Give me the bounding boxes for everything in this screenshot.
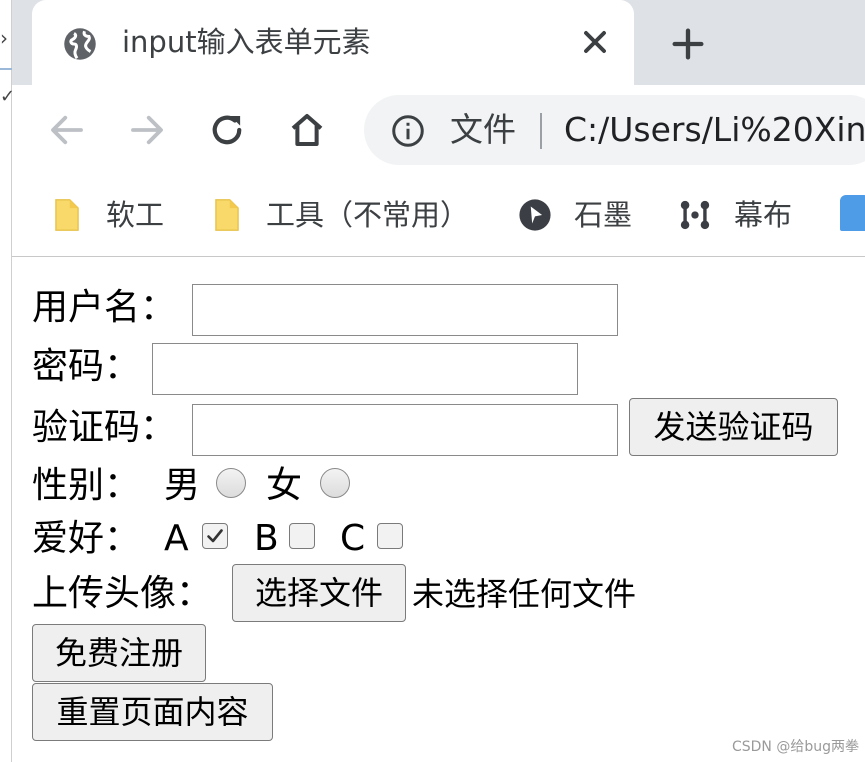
captcha-label: 验证码： xyxy=(32,407,177,448)
hobby-a-checkbox[interactable] xyxy=(202,523,228,549)
plus-icon[interactable] xyxy=(668,24,708,64)
home-icon[interactable] xyxy=(286,109,328,151)
reset-button[interactable]: 重置页面内容 xyxy=(32,683,273,741)
send-code-button[interactable]: 发送验证码 xyxy=(629,398,838,456)
gender-female-radio[interactable] xyxy=(320,468,350,498)
hobby-option-a-label: A xyxy=(164,518,189,559)
hobby-c-checkbox[interactable] xyxy=(377,523,403,549)
check-icon xyxy=(207,529,223,543)
register-button[interactable]: 免费注册 xyxy=(32,624,206,682)
no-file-text: 未选择任何文件 xyxy=(412,575,637,613)
tab-title: input输入表单元素 xyxy=(122,25,371,59)
address-separator xyxy=(540,113,542,149)
hobby-label: 爱好： xyxy=(32,518,141,559)
bookmark-ruangong[interactable]: 软工 xyxy=(50,193,164,237)
selection-line xyxy=(0,68,12,70)
bookmarks-bar: 软工 工具（不常用） 石墨 幕布 xyxy=(12,175,865,257)
close-icon[interactable] xyxy=(577,24,613,60)
avatar-label: 上传头像： xyxy=(32,573,213,614)
address-url[interactable]: C:/Users/Li%20Xin xyxy=(564,109,865,151)
reload-icon[interactable] xyxy=(206,109,248,151)
check-icon: ✓ xyxy=(0,86,16,107)
forward-arrow-icon[interactable] xyxy=(126,109,168,151)
bookmark-tools[interactable]: 工具（不常用） xyxy=(210,193,469,237)
browser-toolbar: 文件 C:/Users/Li%20Xin xyxy=(12,85,865,175)
folder-icon xyxy=(215,199,239,231)
choose-file-button[interactable]: 选择文件 xyxy=(232,564,406,622)
hobby-b-checkbox[interactable] xyxy=(289,523,315,549)
page-content: 用户名： 密码： 验证码： 发送验证码 性别： 男 女 爱好： A B C 上传… xyxy=(12,258,865,762)
mubu-icon xyxy=(680,200,710,230)
bookmark-mubu[interactable]: 幕布 xyxy=(678,193,792,237)
shimo-icon xyxy=(519,199,551,231)
info-icon[interactable] xyxy=(390,113,426,149)
bookmark-label: 软工 xyxy=(106,198,165,232)
username-input[interactable] xyxy=(192,284,618,336)
bookmark-overflow-icon[interactable] xyxy=(840,195,865,231)
back-arrow-icon[interactable] xyxy=(46,109,88,151)
gender-option-female-label: 女 xyxy=(266,465,303,506)
chevron-right-icon: › xyxy=(0,26,8,50)
password-input[interactable] xyxy=(152,343,578,395)
folder-icon xyxy=(55,199,79,231)
username-label: 用户名： xyxy=(32,287,177,328)
bookmark-label: 石墨 xyxy=(574,198,633,232)
captcha-input[interactable] xyxy=(192,404,618,456)
bookmark-label: 幕布 xyxy=(734,198,793,232)
gender-label: 性别： xyxy=(32,465,141,506)
password-label: 密码： xyxy=(32,346,141,387)
gender-option-male-label: 男 xyxy=(164,465,201,506)
hobby-option-b-label: B xyxy=(254,518,279,559)
globe-icon xyxy=(64,28,96,60)
gender-male-radio[interactable] xyxy=(216,468,246,498)
watermark: CSDN @给bug两拳 xyxy=(731,739,859,755)
browser-tab-active[interactable]: input输入表单元素 xyxy=(32,0,634,86)
left-window-edge: › ✓ xyxy=(0,0,16,762)
address-bar[interactable]: 文件 C:/Users/Li%20Xin xyxy=(364,95,865,165)
hobby-option-c-label: C xyxy=(340,518,366,559)
bookmark-shimo[interactable]: 石墨 xyxy=(518,193,632,237)
address-scheme-label: 文件 xyxy=(450,110,516,149)
bookmark-label: 工具（不常用） xyxy=(266,198,470,232)
